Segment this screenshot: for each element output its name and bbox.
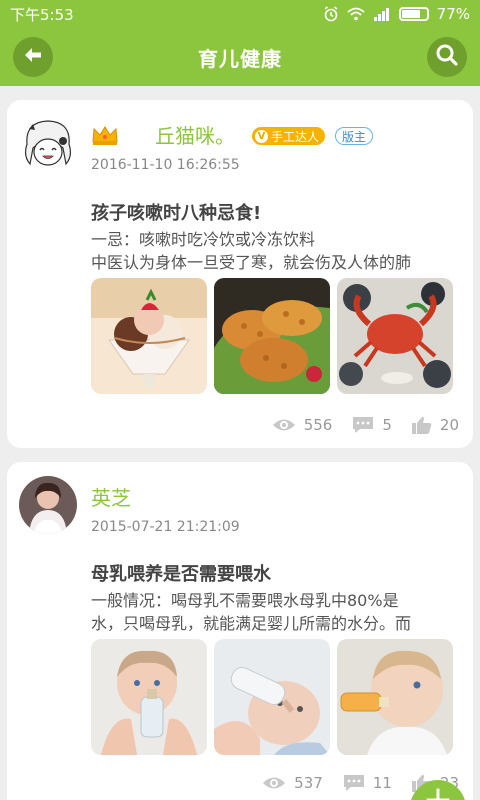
app-header: 育儿健康 <box>0 28 480 86</box>
post-images <box>91 639 453 755</box>
excerpt-line: 中医认为身体一旦受了寒，就会伤及人体的肺 <box>91 253 412 272</box>
post-excerpt[interactable]: 一忌：咳嗽时吃冷饮或冷冻饮料 中医认为身体一旦受了寒，就会伤及人体的肺 <box>91 228 463 274</box>
comments-count[interactable]: 11 <box>343 774 392 792</box>
battery-icon <box>398 7 429 21</box>
post-stats: 556 5 20 <box>252 416 459 434</box>
ice-cream-photo[interactable] <box>91 278 207 394</box>
search-icon <box>435 43 459 71</box>
v-badge-icon: V <box>255 129 268 143</box>
crown-icon <box>91 124 119 150</box>
plus-icon: + <box>422 779 454 800</box>
excerpt-line: 水，只喝母乳，就能满足婴儿所需的水分。而 <box>91 614 412 633</box>
back-button[interactable] <box>13 37 53 77</box>
arrow-left-icon <box>22 44 44 70</box>
thumbs-up-icon <box>411 416 432 434</box>
battery-percent: 77% <box>436 5 470 23</box>
comment-icon <box>353 417 374 433</box>
post-card[interactable]: 丘猫咪。 V 手工达人 版主 2016-11-10 16:26:55 孩子咳嗽时八… <box>7 100 473 448</box>
likes-count[interactable]: 20 <box>411 416 459 434</box>
seafood-crab-photo[interactable] <box>337 278 453 394</box>
alarm-icon <box>323 6 339 22</box>
status-bar: 下午5:53 77% <box>0 0 480 28</box>
post-card[interactable]: 英芝 2015-07-21 21:21:09 母乳喂养是否需要喂水 一般情况：喝… <box>7 462 473 800</box>
avatar[interactable] <box>19 476 77 534</box>
post-date: 2016-11-10 16:26:55 <box>91 157 240 173</box>
excerpt-line: 一般情况：喝母乳不需要喂水母乳中80%是 <box>91 591 399 610</box>
search-button[interactable] <box>427 37 467 77</box>
eye-icon <box>272 419 295 431</box>
status-time: 下午5:53 <box>10 5 74 24</box>
post-excerpt[interactable]: 一般情况：喝母乳不需要喂水母乳中80%是 水，只喝母乳，就能满足婴儿所需的水分。… <box>91 589 463 635</box>
username[interactable]: 英芝 <box>91 482 131 511</box>
eye-icon <box>263 777 286 789</box>
post-title[interactable]: 母乳喂养是否需要喂水 <box>91 560 271 586</box>
page-title: 育儿健康 <box>198 46 282 71</box>
comments-count[interactable]: 5 <box>352 416 392 434</box>
avatar[interactable] <box>19 114 77 172</box>
wifi-icon <box>347 7 365 21</box>
excerpt-line: 一忌：咳嗽时吃冷饮或冷冻饮料 <box>91 230 316 249</box>
views-count: 537 <box>262 774 323 792</box>
badge-moderator: 版主 <box>335 127 374 145</box>
views-count: 556 <box>272 416 332 434</box>
post-title[interactable]: 孩子咳嗽时八种忌食! <box>91 199 261 225</box>
badge-craft-master: V 手工达人 <box>252 127 326 145</box>
post-date: 2015-07-21 21:21:09 <box>91 519 240 535</box>
fried-food-photo[interactable] <box>214 278 330 394</box>
comment-icon <box>343 775 364 791</box>
signal-icon <box>373 7 391 21</box>
baby-bottle-photo-3[interactable] <box>337 639 453 755</box>
post-images <box>91 278 453 394</box>
baby-bottle-photo-1[interactable] <box>91 639 207 755</box>
post-feed[interactable]: 丘猫咪。 V 手工达人 版主 2016-11-10 16:26:55 孩子咳嗽时八… <box>0 86 480 800</box>
username[interactable]: 丘猫咪。 <box>155 120 235 149</box>
baby-bottle-photo-2[interactable] <box>214 639 330 755</box>
